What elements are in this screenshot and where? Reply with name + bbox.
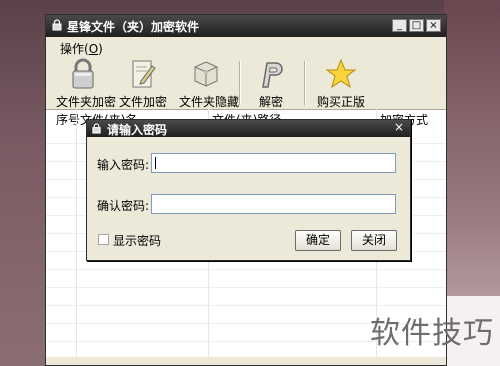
toolbar-separator — [239, 61, 241, 105]
list-row-line — [46, 269, 446, 270]
close-button[interactable]: × — [426, 19, 441, 32]
app-lock-icon — [52, 19, 62, 31]
dialog-title: 请输入密码 — [107, 123, 168, 137]
file-encrypt-button[interactable]: 文件加密 — [119, 57, 167, 109]
toolbar: 文件夹加密 文件加密 文件夹隐藏 解密 购买正版 — [46, 55, 446, 109]
toolbar-separator — [304, 61, 306, 105]
menu-operate-end: ) — [98, 42, 103, 56]
buy-button[interactable]: 购买正版 — [317, 57, 365, 109]
folder-hide-label: 文件夹隐藏 — [179, 95, 240, 109]
dialog-lock-icon — [92, 123, 101, 134]
close-dialog-button[interactable]: 关闭 — [351, 230, 397, 251]
box-icon — [194, 61, 218, 87]
folder-hide-button[interactable]: 文件夹隐藏 — [179, 57, 239, 109]
menu-operate-accel: O — [88, 42, 99, 56]
list-row-line — [46, 287, 446, 288]
dialog-titlebar[interactable]: 请输入密码 × — [87, 120, 410, 137]
password-dialog: 请输入密码 × 输入密码: 确认密码: 显示密码 确定 关闭 — [86, 119, 411, 261]
window-title: 星锋文件（夹）加密软件 — [67, 20, 200, 34]
text-caret — [155, 157, 156, 169]
window-titlebar[interactable]: 星锋文件（夹）加密软件 _ □ × — [46, 15, 446, 37]
confirm-password-label: 确认密码: — [97, 199, 150, 213]
menu-operate-label: 操作( — [60, 42, 89, 56]
buy-label: 购买正版 — [316, 95, 365, 109]
show-password-checkbox[interactable] — [98, 234, 109, 245]
document-pen-icon — [132, 60, 156, 88]
minimize-button[interactable]: _ — [392, 19, 407, 32]
padlock-icon — [72, 58, 94, 89]
decrypt-button[interactable]: 解密 — [256, 57, 286, 109]
dialog-close-icon[interactable]: × — [394, 120, 404, 134]
p-key-icon — [262, 62, 283, 88]
password-field[interactable] — [151, 153, 396, 173]
list-row-line — [46, 305, 446, 306]
folder-encrypt-label: 文件夹加密 — [56, 95, 117, 109]
decrypt-label: 解密 — [258, 95, 283, 109]
folder-encrypt-button[interactable]: 文件夹加密 — [56, 57, 116, 109]
confirm-password-field[interactable] — [151, 194, 396, 214]
password-label: 输入密码: — [97, 158, 150, 172]
watermark-text: 软件技巧 — [370, 316, 494, 351]
column-divider — [76, 109, 77, 357]
maximize-button[interactable]: □ — [409, 19, 424, 32]
star-icon — [325, 58, 357, 89]
show-password-label[interactable]: 显示密码 — [113, 232, 161, 249]
menu-bar: 操作(O) — [46, 37, 446, 56]
ok-button[interactable]: 确定 — [295, 230, 341, 251]
file-encrypt-label: 文件加密 — [118, 95, 167, 109]
